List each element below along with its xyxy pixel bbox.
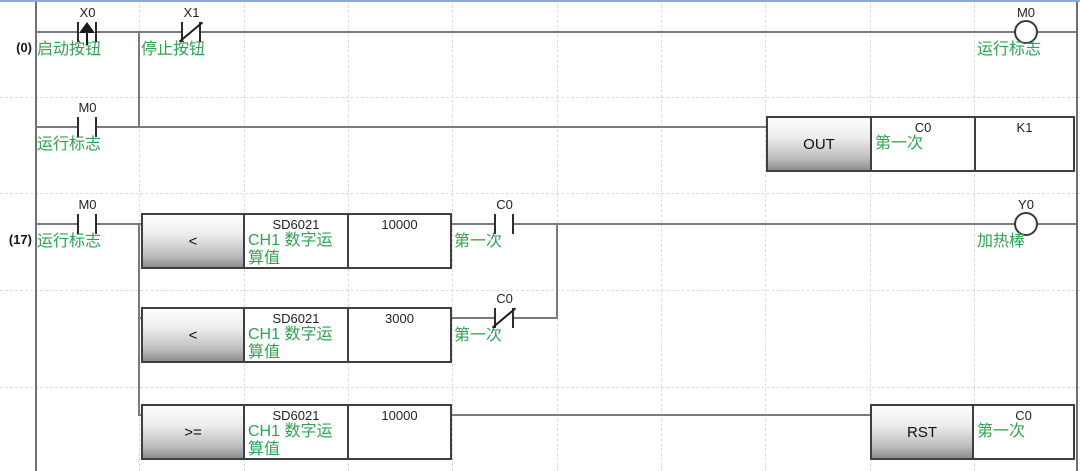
out-mnemonic-cell: OUT <box>768 118 872 170</box>
device-label: C0 <box>496 197 513 212</box>
contact-bar <box>95 214 97 234</box>
contact-bar <box>77 214 79 234</box>
editor-active-border <box>0 0 1080 2</box>
compare-value: 3000 <box>385 311 414 326</box>
device-label: SD6021 <box>272 408 320 423</box>
compare-block-lt-3000[interactable]: < SD6021 CH1 数字运算值 3000 <box>141 307 452 363</box>
rst-counter-block[interactable]: RST C0 第一次 <box>870 404 1075 460</box>
contact-gap <box>496 221 512 228</box>
compare-value: 10000 <box>381 217 418 232</box>
device-comment: CH1 数字运算值 <box>248 232 333 267</box>
compare-value-cell: 10000 <box>349 215 450 267</box>
compare-value: 10000 <box>381 408 418 423</box>
rising-edge-arrow-icon <box>79 22 95 33</box>
device-label: C0 <box>1015 408 1032 423</box>
device-comment: 第一次 <box>977 423 1026 440</box>
contact-m0-rung3[interactable]: M0 运行标志 <box>35 197 140 259</box>
device-label: Y0 <box>1018 197 1034 212</box>
rst-mnemonic-cell: RST <box>872 406 974 458</box>
device-comment: 第一次 <box>454 233 503 250</box>
out-counter-block[interactable]: OUT C0 第一次 K1 <box>766 116 1075 172</box>
contact-x0-rising-edge[interactable]: X0 启动按钮 <box>35 5 140 67</box>
device-label: C0 <box>496 291 513 306</box>
device-label: M0 <box>1016 5 1036 20</box>
device-comment: 第一次 <box>454 327 503 344</box>
device-label: SD6021 <box>272 217 320 232</box>
rising-edge-arrow-icon <box>86 33 88 45</box>
contact-bar <box>77 117 79 137</box>
contact-x1-normally-closed[interactable]: X1 停止按钮 <box>139 5 244 67</box>
device-comment: CH1 数字运算值 <box>248 326 333 361</box>
device-label: C0 <box>914 120 932 135</box>
coil-y0[interactable]: Y0 加热棒 <box>974 197 1078 259</box>
out-count-cell: K1 <box>976 118 1073 170</box>
device-label: SD6021 <box>272 311 320 326</box>
rung2-wire <box>35 126 766 128</box>
rung5-wire <box>452 414 871 416</box>
device-comment: CH1 数字运算值 <box>248 423 333 458</box>
compare-value-cell: 3000 <box>349 309 450 361</box>
count-value: K1 <box>1016 120 1033 135</box>
device-label: M0 <box>78 100 97 115</box>
coil-m0[interactable]: M0 运行标志 <box>974 5 1078 67</box>
step-number-17: (17) <box>8 232 32 247</box>
device-label: M0 <box>78 197 97 212</box>
grid-line <box>661 0 662 471</box>
compare-source-cell: SD6021 CH1 数字运算值 <box>245 215 349 267</box>
row-separator <box>0 193 1080 194</box>
contact-c0-rung3[interactable]: C0 第一次 <box>452 197 557 259</box>
device-comment: 停止按钮 <box>141 41 206 58</box>
contact-bar <box>95 22 97 42</box>
grid-line <box>765 0 766 471</box>
contact-gap <box>79 124 95 131</box>
contact-bar <box>494 214 496 234</box>
contact-gap <box>79 221 95 228</box>
device-comment: 运行标志 <box>977 41 1042 58</box>
device-comment: 加热棒 <box>977 233 1026 250</box>
compare-operator-cell: >= <box>143 406 245 458</box>
ladder-editor-canvas: (0) (17) X0 启动按钮 X1 停止按钮 M0 运行标志 M0 运行标志… <box>0 0 1080 471</box>
compare-source-cell: SD6021 CH1 数字运算值 <box>245 309 349 361</box>
contact-bar <box>512 214 514 234</box>
compare-operator-cell: < <box>143 309 245 361</box>
contact-m0-rung2[interactable]: M0 运行标志 <box>35 100 140 162</box>
compare-block-lt-10000[interactable]: < SD6021 CH1 数字运算值 10000 <box>141 213 452 269</box>
compare-value-cell: 10000 <box>349 406 450 458</box>
device-comment: 第一次 <box>875 135 924 152</box>
device-label: X1 <box>183 5 200 20</box>
row-separator <box>0 387 1080 388</box>
device-label: X0 <box>79 5 96 20</box>
row-separator <box>0 97 1080 98</box>
contact-bar <box>95 117 97 137</box>
step-number-0: (0) <box>16 40 32 55</box>
compare-block-ge-10000[interactable]: >= SD6021 CH1 数字运算值 10000 <box>141 404 452 460</box>
out-operand-cell: C0 第一次 <box>872 118 976 170</box>
device-comment: 运行标志 <box>37 233 102 250</box>
device-comment: 运行标志 <box>37 136 102 153</box>
contact-c0-normally-closed[interactable]: C0 第一次 <box>452 291 557 353</box>
grid-line <box>870 0 871 471</box>
compare-source-cell: SD6021 CH1 数字运算值 <box>245 406 349 458</box>
compare-operator-cell: < <box>143 215 245 267</box>
rst-operand-cell: C0 第一次 <box>974 406 1073 458</box>
